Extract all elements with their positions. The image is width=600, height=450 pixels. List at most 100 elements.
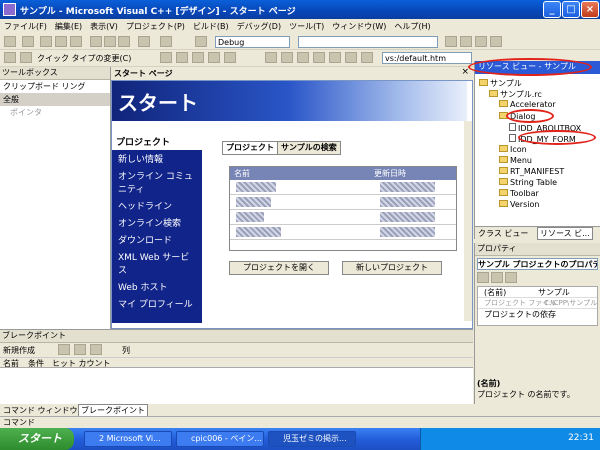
tree-item-rc[interactable]: サンプル.rc: [489, 89, 542, 100]
forward-icon[interactable]: [281, 52, 293, 63]
undo-icon[interactable]: [138, 36, 150, 47]
tree-item-version[interactable]: Version: [499, 200, 539, 209]
nav-projects[interactable]: プロジェクト: [112, 133, 202, 150]
toolbox-general[interactable]: 全般: [0, 93, 110, 106]
tab-projects[interactable]: プロジェクト: [222, 141, 278, 155]
nav-community[interactable]: オンライン コミュニティ: [112, 167, 202, 197]
clear-all-icon[interactable]: [74, 344, 86, 355]
table-row[interactable]: [230, 180, 456, 195]
edit-icon[interactable]: [4, 52, 16, 63]
tab-start-page[interactable]: スタート ページ: [114, 68, 173, 79]
add-item-icon[interactable]: [22, 36, 34, 47]
menu-window[interactable]: ウィンドウ(W): [328, 19, 390, 34]
url-field[interactable]: vs:/default.htm: [382, 52, 472, 64]
copy-icon[interactable]: [104, 36, 116, 47]
task-visual-studio[interactable]: 2 Microsoft Vi...: [84, 431, 172, 447]
col-bp-hitcount[interactable]: ヒット カウント: [52, 358, 111, 369]
tree-item-manifest[interactable]: RT_MANIFEST: [499, 167, 564, 176]
next-bookmark-icon[interactable]: [208, 52, 220, 63]
property-pages-icon[interactable]: [505, 272, 517, 283]
save-icon[interactable]: [55, 36, 67, 47]
new-project-icon[interactable]: [4, 36, 16, 47]
stop-icon[interactable]: [297, 52, 309, 63]
search-icon[interactable]: [345, 52, 357, 63]
close-tab-icon[interactable]: ×: [461, 67, 469, 77]
toolbox-pointer[interactable]: ポインタ: [0, 106, 110, 119]
task-paint[interactable]: cpic006 - ペイン...: [176, 431, 264, 447]
nav-search[interactable]: オンライン検索: [112, 214, 202, 231]
paste-icon[interactable]: [118, 36, 130, 47]
maximize-button[interactable]: □: [562, 1, 580, 18]
toolbox-icon[interactable]: [490, 36, 502, 47]
close-button[interactable]: ×: [581, 1, 599, 18]
disable-icon[interactable]: [90, 344, 102, 355]
tree-item-toolbar[interactable]: Toolbar: [499, 189, 539, 198]
solution-explorer-icon[interactable]: [460, 36, 472, 47]
table-row[interactable]: [230, 225, 456, 240]
quickinfo-label[interactable]: クイック タイプの変更(C): [37, 53, 131, 64]
redo-icon[interactable]: [160, 36, 172, 47]
tree-item-menu[interactable]: Menu: [499, 156, 532, 165]
menu-project[interactable]: プロジェクト(P): [122, 19, 189, 34]
categorized-icon[interactable]: [477, 272, 489, 283]
bookmark-icon[interactable]: [192, 52, 204, 63]
columns-button[interactable]: 列: [122, 345, 130, 356]
col-bp-name[interactable]: 名前: [3, 358, 19, 369]
col-bp-condition[interactable]: 条件: [28, 358, 44, 369]
menu-file[interactable]: ファイル(F): [0, 19, 51, 34]
property-row[interactable]: (名前) サンプル: [478, 287, 597, 298]
property-row[interactable]: プロジェクト ファイル C:\CPP\サンプル: [478, 298, 597, 309]
solution-platform-combo[interactable]: [298, 36, 438, 48]
back-icon[interactable]: [265, 52, 277, 63]
tree-item-project[interactable]: サンプル: [479, 78, 522, 89]
comment-icon[interactable]: [160, 52, 172, 63]
find-icon[interactable]: [445, 36, 457, 47]
properties-icon[interactable]: [475, 36, 487, 47]
start-debug-icon[interactable]: [195, 36, 207, 47]
menu-build[interactable]: ビルド(B): [189, 19, 233, 34]
nav-whats-new[interactable]: 新しい情報: [112, 150, 202, 167]
menu-debug[interactable]: デバッグ(D): [233, 19, 285, 34]
task-browser[interactable]: 児玉ゼミの掲示...: [268, 431, 356, 447]
open-icon[interactable]: [40, 36, 52, 47]
nav-xml-web-services[interactable]: XML Web サービス: [112, 248, 202, 278]
delete-icon[interactable]: [58, 344, 70, 355]
tab-command-window[interactable]: コマンド ウィンドウ: [3, 405, 78, 416]
cut-icon[interactable]: [90, 36, 102, 47]
open-project-button[interactable]: プロジェクトを開く: [229, 261, 329, 275]
home-icon[interactable]: [329, 52, 341, 63]
save-all-icon[interactable]: [70, 36, 82, 47]
table-row[interactable]: [230, 210, 456, 225]
tab-resource-view[interactable]: リソース ビ...: [537, 227, 593, 240]
menu-edit[interactable]: 編集(E): [51, 19, 86, 34]
new-breakpoint-button[interactable]: 新規作成: [3, 345, 35, 356]
tree-item-accelerator[interactable]: Accelerator: [499, 100, 556, 109]
uncomment-icon[interactable]: [176, 52, 188, 63]
tree-item-string-table[interactable]: String Table: [499, 178, 557, 187]
table-row[interactable]: [230, 195, 456, 210]
menu-tools[interactable]: ツール(T): [285, 19, 328, 34]
tree-item-icon[interactable]: Icon: [499, 145, 527, 154]
property-row[interactable]: プロジェクトの依存: [478, 309, 597, 320]
menu-view[interactable]: 表示(V): [86, 19, 122, 34]
favorites-icon[interactable]: [361, 52, 373, 63]
indent-icon[interactable]: [20, 52, 32, 63]
prev-bookmark-icon[interactable]: [224, 52, 236, 63]
alphabetical-icon[interactable]: [491, 272, 503, 283]
menu-help[interactable]: ヘルプ(H): [390, 19, 434, 34]
tab-class-view[interactable]: クラス ビュー: [478, 228, 528, 239]
toolbox-clipboard-ring[interactable]: クリップボード リング: [0, 80, 110, 93]
nav-profile[interactable]: マイ プロフィール: [112, 295, 202, 312]
nav-downloads[interactable]: ダウンロード: [112, 231, 202, 248]
minimize-button[interactable]: _: [543, 1, 561, 18]
new-project-button[interactable]: 新しいプロジェクト: [342, 261, 442, 275]
refresh-icon[interactable]: [313, 52, 325, 63]
config-combo[interactable]: Debug: [215, 36, 290, 48]
nav-web-host[interactable]: Web ホスト: [112, 278, 202, 295]
tab-sample-search[interactable]: サンプルの検索: [277, 141, 341, 155]
properties-selector[interactable]: サンプル プロジェクトのプロパティ: [477, 258, 598, 270]
properties-toolbar: [477, 272, 598, 284]
nav-headlines[interactable]: ヘッドライン: [112, 197, 202, 214]
start-button[interactable]: スタート: [0, 428, 74, 450]
vertical-scrollbar[interactable]: [464, 121, 472, 321]
